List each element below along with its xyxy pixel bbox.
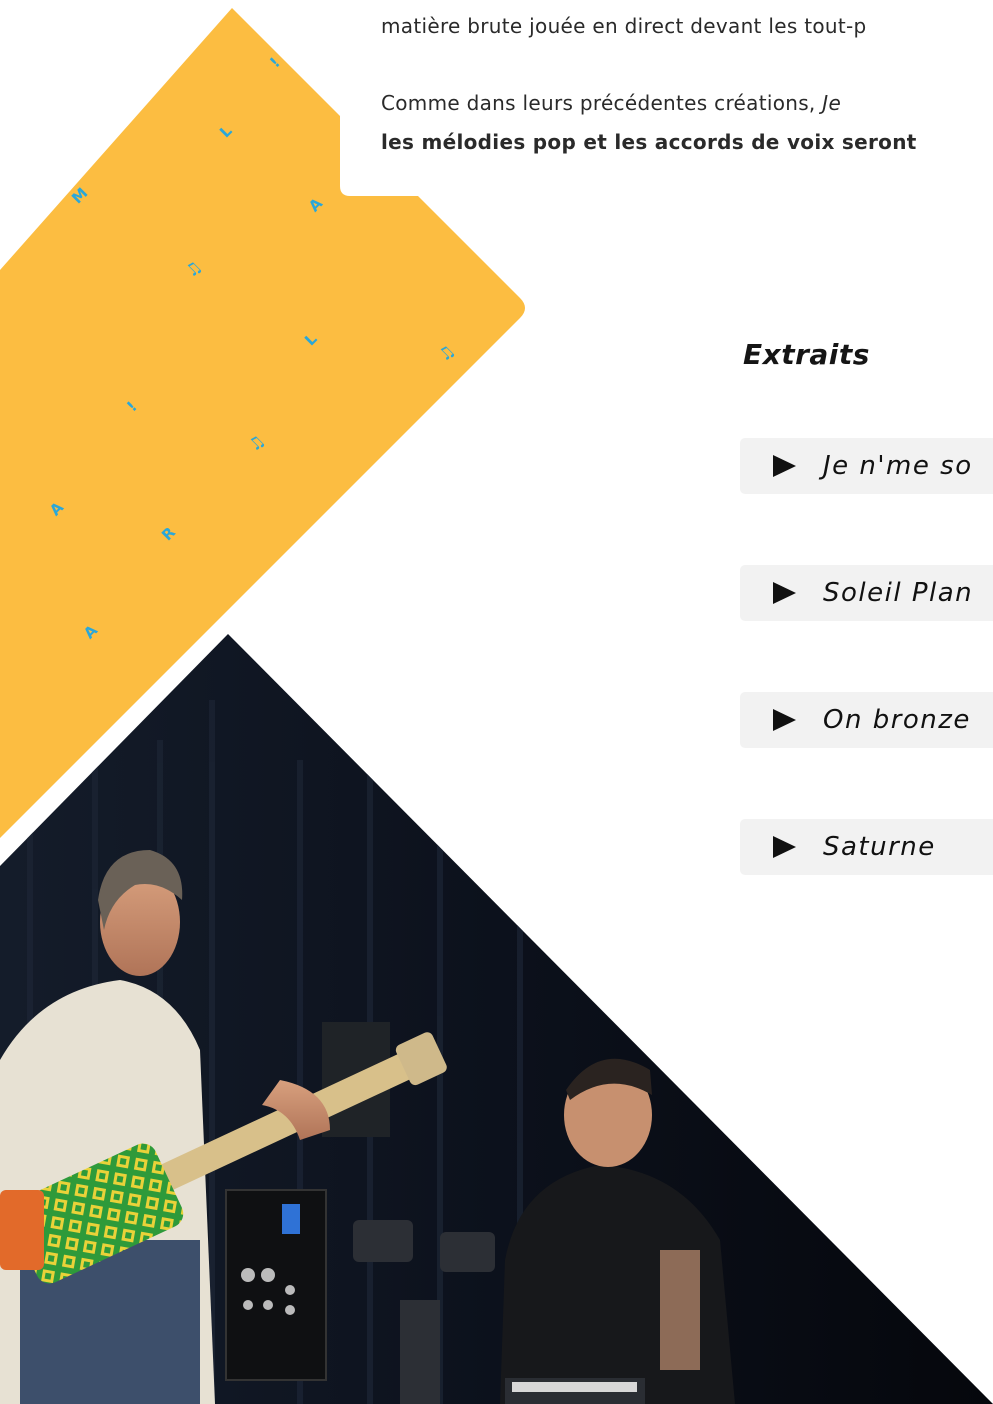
track-title: On bronze — [823, 705, 971, 735]
extraits-heading: Extraits — [743, 338, 870, 371]
audio-track-button[interactable]: Saturne — [740, 819, 993, 875]
audio-track-button[interactable]: Je n'me so — [740, 438, 993, 494]
audio-track-button[interactable]: On bronze — [740, 692, 993, 748]
play-icon — [773, 709, 796, 731]
audio-track-button[interactable]: Soleil Plan — [740, 565, 993, 621]
play-icon — [773, 582, 796, 604]
track-title: Je n'me so — [823, 451, 973, 481]
track-title: Saturne — [823, 832, 936, 862]
play-icon — [773, 836, 796, 858]
play-icon — [773, 455, 796, 477]
track-title: Soleil Plan — [823, 578, 974, 608]
